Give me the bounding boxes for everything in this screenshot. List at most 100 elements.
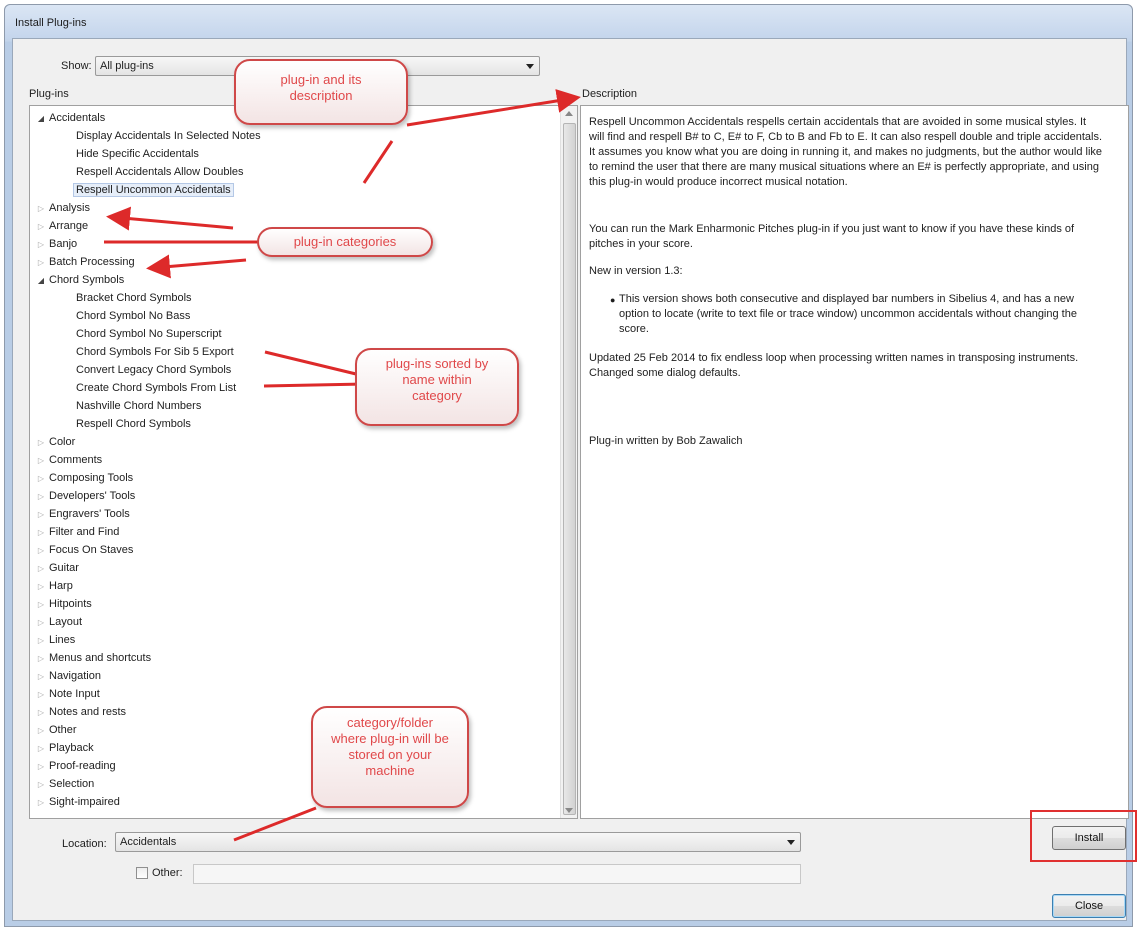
collapsed-arrow-icon[interactable]: ▷ bbox=[36, 470, 46, 488]
collapsed-arrow-icon[interactable]: ▷ bbox=[36, 794, 46, 812]
tree-category[interactable]: ▷ Menus and shortcuts bbox=[36, 649, 151, 667]
collapsed-arrow-icon[interactable]: ▷ bbox=[36, 560, 46, 578]
collapsed-arrow-icon[interactable]: ▷ bbox=[36, 578, 46, 596]
collapsed-arrow-icon[interactable]: ▷ bbox=[36, 542, 46, 560]
tree-item-label: Chord Symbol No Superscript bbox=[76, 328, 222, 340]
collapsed-arrow-icon[interactable]: ▷ bbox=[36, 686, 46, 704]
tree-item-label: Chord Symbol No Bass bbox=[76, 310, 191, 322]
collapsed-arrow-icon[interactable]: ▷ bbox=[36, 218, 46, 236]
collapsed-arrow-icon[interactable]: ▷ bbox=[36, 614, 46, 632]
tree-category[interactable]: ▷ Proof-reading bbox=[36, 757, 116, 775]
collapsed-arrow-icon[interactable]: ▷ bbox=[36, 704, 46, 722]
description-paragraph-3: New in version 1.3: bbox=[589, 265, 683, 277]
collapsed-arrow-icon[interactable]: ▷ bbox=[36, 668, 46, 686]
tree-plugin-item[interactable]: Respell Uncommon Accidentals bbox=[73, 181, 234, 199]
collapsed-arrow-icon[interactable]: ▷ bbox=[36, 506, 46, 524]
tree-category[interactable]: ◢ Chord Symbols bbox=[36, 271, 124, 289]
tree-plugin-item[interactable]: Respell Accidentals Allow Doubles bbox=[76, 163, 244, 181]
expanded-arrow-icon[interactable]: ◢ bbox=[36, 110, 46, 128]
tree-category[interactable]: ▷ Note Input bbox=[36, 685, 100, 703]
collapsed-arrow-icon[interactable]: ▷ bbox=[36, 524, 46, 542]
tree-item-label: Menus and shortcuts bbox=[49, 652, 152, 664]
tree-category[interactable]: ▷ Composing Tools bbox=[36, 469, 133, 487]
tree-plugin-item[interactable]: Create Chord Symbols From List bbox=[76, 379, 236, 397]
tree-category[interactable]: ▷ Guitar bbox=[36, 559, 79, 577]
tree-item-label: Focus On Staves bbox=[49, 544, 134, 556]
tree-item-label: Respell Chord Symbols bbox=[76, 418, 191, 430]
collapsed-arrow-icon[interactable]: ▷ bbox=[36, 200, 46, 218]
other-label: Other: bbox=[152, 867, 183, 879]
collapsed-arrow-icon[interactable]: ▷ bbox=[36, 776, 46, 794]
tree-category[interactable]: ▷ Other bbox=[36, 721, 77, 739]
tree-item-label: Convert Legacy Chord Symbols bbox=[76, 364, 232, 376]
collapsed-arrow-icon[interactable]: ▷ bbox=[36, 650, 46, 668]
tree-plugin-item[interactable]: Chord Symbol No Superscript bbox=[76, 325, 222, 343]
tree-category[interactable]: ▷ Developers' Tools bbox=[36, 487, 135, 505]
tree-category[interactable]: ▷ Playback bbox=[36, 739, 94, 757]
tree-category[interactable]: ▷ Focus On Staves bbox=[36, 541, 133, 559]
tree-category[interactable]: ▷ Engravers' Tools bbox=[36, 505, 130, 523]
collapsed-arrow-icon[interactable]: ▷ bbox=[36, 740, 46, 758]
collapsed-arrow-icon[interactable]: ▷ bbox=[36, 254, 46, 272]
tree-plugin-item[interactable]: Bracket Chord Symbols bbox=[76, 289, 192, 307]
tree-category[interactable]: ▷ Hitpoints bbox=[36, 595, 92, 613]
tree-category[interactable]: ▷ Filter and Find bbox=[36, 523, 119, 541]
location-dropdown[interactable]: Accidentals bbox=[115, 832, 801, 852]
show-value: All plug-ins bbox=[100, 60, 154, 72]
collapsed-arrow-icon[interactable]: ▷ bbox=[36, 758, 46, 776]
collapsed-arrow-icon[interactable]: ▷ bbox=[36, 452, 46, 470]
tree-item-label: Nashville Chord Numbers bbox=[76, 400, 202, 412]
tree-category[interactable]: ▷ Layout bbox=[36, 613, 82, 631]
tree-plugin-item[interactable]: Nashville Chord Numbers bbox=[76, 397, 201, 415]
tree-category[interactable]: ▷ Banjo bbox=[36, 235, 77, 253]
callout-plugin-description: plug-in and its description bbox=[234, 59, 408, 125]
close-button[interactable]: Close bbox=[1052, 894, 1126, 918]
tree-category[interactable]: ▷ Selection bbox=[36, 775, 94, 793]
collapsed-arrow-icon[interactable]: ▷ bbox=[36, 596, 46, 614]
tree-category[interactable]: ▷ Notes and rests bbox=[36, 703, 126, 721]
tree-plugin-item[interactable]: Hide Specific Accidentals bbox=[76, 145, 199, 163]
tree-plugin-item[interactable]: Chord Symbol No Bass bbox=[76, 307, 190, 325]
tree-category[interactable]: ▷ Sight-impaired bbox=[36, 793, 120, 811]
tree-category[interactable]: ▷ Analysis bbox=[36, 199, 90, 217]
other-path-field[interactable] bbox=[193, 864, 801, 884]
tree-plugin-item[interactable]: Respell Chord Symbols bbox=[76, 415, 191, 433]
tree-category[interactable]: ▷ Arrange bbox=[36, 217, 88, 235]
expanded-arrow-icon[interactable]: ◢ bbox=[36, 272, 46, 290]
tree-category[interactable]: ◢ Accidentals bbox=[36, 109, 105, 127]
tree-category[interactable]: ▷ Harp bbox=[36, 577, 73, 595]
plugin-tree[interactable]: ◢ Accidentals Display Accidentals In Selec… bbox=[29, 105, 578, 819]
tree-item-label: Display Accidentals In Selected Notes bbox=[76, 130, 261, 142]
tree-category[interactable]: ▷ Comments bbox=[36, 451, 102, 469]
collapsed-arrow-icon[interactable]: ▷ bbox=[36, 434, 46, 452]
callout-line: description bbox=[289, 88, 353, 103]
install-button[interactable]: Install bbox=[1052, 826, 1126, 850]
collapsed-arrow-icon[interactable]: ▷ bbox=[36, 236, 46, 254]
callout-line: plug-in and its bbox=[280, 72, 362, 87]
tree-plugin-item[interactable]: Chord Symbols For Sib 5 Export bbox=[76, 343, 234, 361]
scroll-thumb[interactable] bbox=[563, 123, 576, 815]
scroll-down-icon[interactable] bbox=[565, 808, 573, 813]
chevron-down-icon bbox=[787, 840, 795, 845]
tree-item-label: Bracket Chord Symbols bbox=[76, 292, 192, 304]
tree-category[interactable]: ▷ Lines bbox=[36, 631, 75, 649]
callout-line: category/folder bbox=[347, 715, 433, 730]
tree-plugin-item[interactable]: Display Accidentals In Selected Notes bbox=[76, 127, 261, 145]
tree-item-label: Analysis bbox=[49, 202, 90, 214]
callout-line: machine bbox=[365, 763, 415, 778]
tree-plugin-item[interactable]: Convert Legacy Chord Symbols bbox=[76, 361, 231, 379]
tree-item-label: Selection bbox=[49, 778, 95, 790]
collapsed-arrow-icon[interactable]: ▷ bbox=[36, 488, 46, 506]
tree-category[interactable]: ▷ Navigation bbox=[36, 667, 101, 685]
tree-item-label: Chord Symbols bbox=[49, 274, 125, 286]
tree-scrollbar[interactable] bbox=[560, 106, 577, 818]
tree-category[interactable]: ▷ Color bbox=[36, 433, 75, 451]
collapsed-arrow-icon[interactable]: ▷ bbox=[36, 722, 46, 740]
tree-item-label: Notes and rests bbox=[49, 706, 127, 718]
tree-category[interactable]: ▷ Batch Processing bbox=[36, 253, 135, 271]
scroll-up-icon[interactable] bbox=[565, 111, 573, 116]
other-checkbox[interactable] bbox=[136, 867, 148, 879]
tree-item-label: Filter and Find bbox=[49, 526, 120, 538]
collapsed-arrow-icon[interactable]: ▷ bbox=[36, 632, 46, 650]
tree-item-label: Chord Symbols For Sib 5 Export bbox=[76, 346, 234, 358]
